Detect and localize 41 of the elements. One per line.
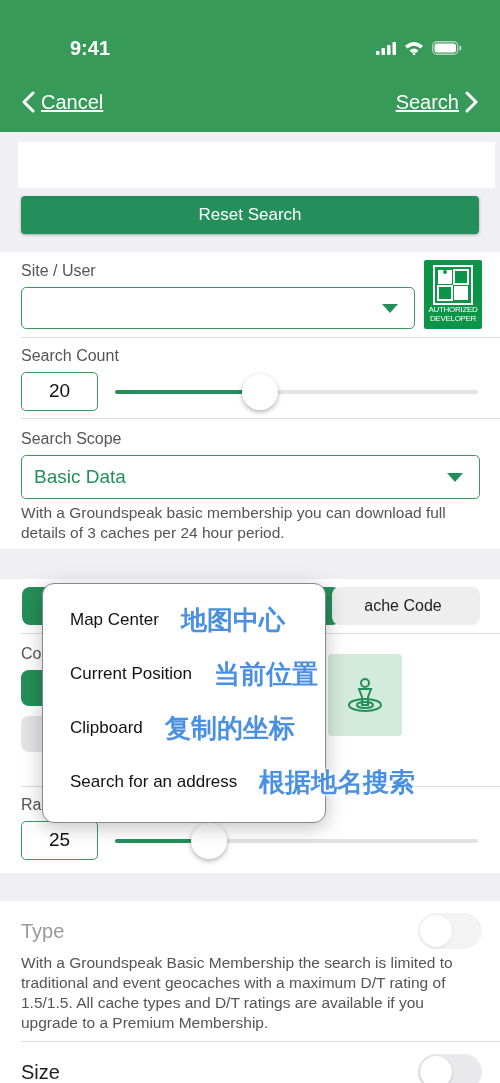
toggle-switch[interactable]	[418, 1054, 482, 1083]
forward-chevron-icon	[465, 91, 478, 113]
cancel-link[interactable]: Cancel	[22, 87, 104, 117]
reset-search-button[interactable]: Reset Search	[21, 196, 479, 234]
wifi-icon	[404, 41, 424, 55]
toggle-label: Size	[21, 1060, 60, 1083]
map-pin-button[interactable]	[328, 654, 402, 736]
dropdown-caret-icon	[447, 472, 463, 482]
battery-icon	[432, 41, 462, 55]
field-label: Search Scope	[21, 429, 123, 449]
slider[interactable]	[115, 372, 478, 411]
scope-note: With a Groundspeak basic membership you can download full details of 3 caches per 24 hour period.	[21, 503, 447, 544]
slider[interactable]	[115, 821, 478, 860]
dropdown-caret-icon	[382, 303, 398, 313]
segment-tab[interactable]: ache Code	[332, 587, 480, 625]
annotation-label: 当前位置	[213, 657, 318, 691]
menu-item[interactable]: Clipboard	[70, 715, 143, 741]
location-pin-icon	[346, 677, 384, 713]
scope-dropdown[interactable]: Basic Data	[21, 455, 480, 499]
annotation-label: 地图中心	[180, 603, 285, 637]
field-label: Search Count	[21, 346, 120, 366]
search-link[interactable]: Search	[395, 87, 478, 117]
field-label: Co	[21, 644, 43, 664]
coordinate-option-button[interactable]	[21, 670, 42, 706]
globe-logo-icon	[433, 265, 473, 305]
signal-icon	[376, 41, 396, 55]
slider-thumb[interactable]	[242, 373, 279, 410]
field-label: Ra	[21, 795, 43, 815]
membership-note: With a Groundspeak Basic Membership the search is limited to traditional and event geocaches with a maximum D/T rating of 1.5/1.5. All cache types and D/T ratings are available if you upgrade to a Premium Membership.	[21, 953, 454, 1034]
toggle-label: Type	[21, 919, 65, 944]
back-chevron-icon	[22, 91, 35, 113]
menu-item[interactable]: Search for an address	[70, 769, 238, 795]
menu-item[interactable]: Current Position	[70, 661, 192, 687]
count-field[interactable]: 20	[21, 372, 98, 411]
slider-thumb[interactable]	[191, 822, 228, 859]
menu-item[interactable]: Map Center	[70, 607, 159, 633]
badge-text: AUTHORIZED DEVELOPER	[427, 306, 479, 324]
status-time: 9:41	[70, 36, 111, 61]
site-user-dropdown[interactable]	[21, 287, 415, 329]
field-label: Site / User	[21, 261, 97, 281]
annotation-label: 复制的坐标	[164, 711, 295, 745]
